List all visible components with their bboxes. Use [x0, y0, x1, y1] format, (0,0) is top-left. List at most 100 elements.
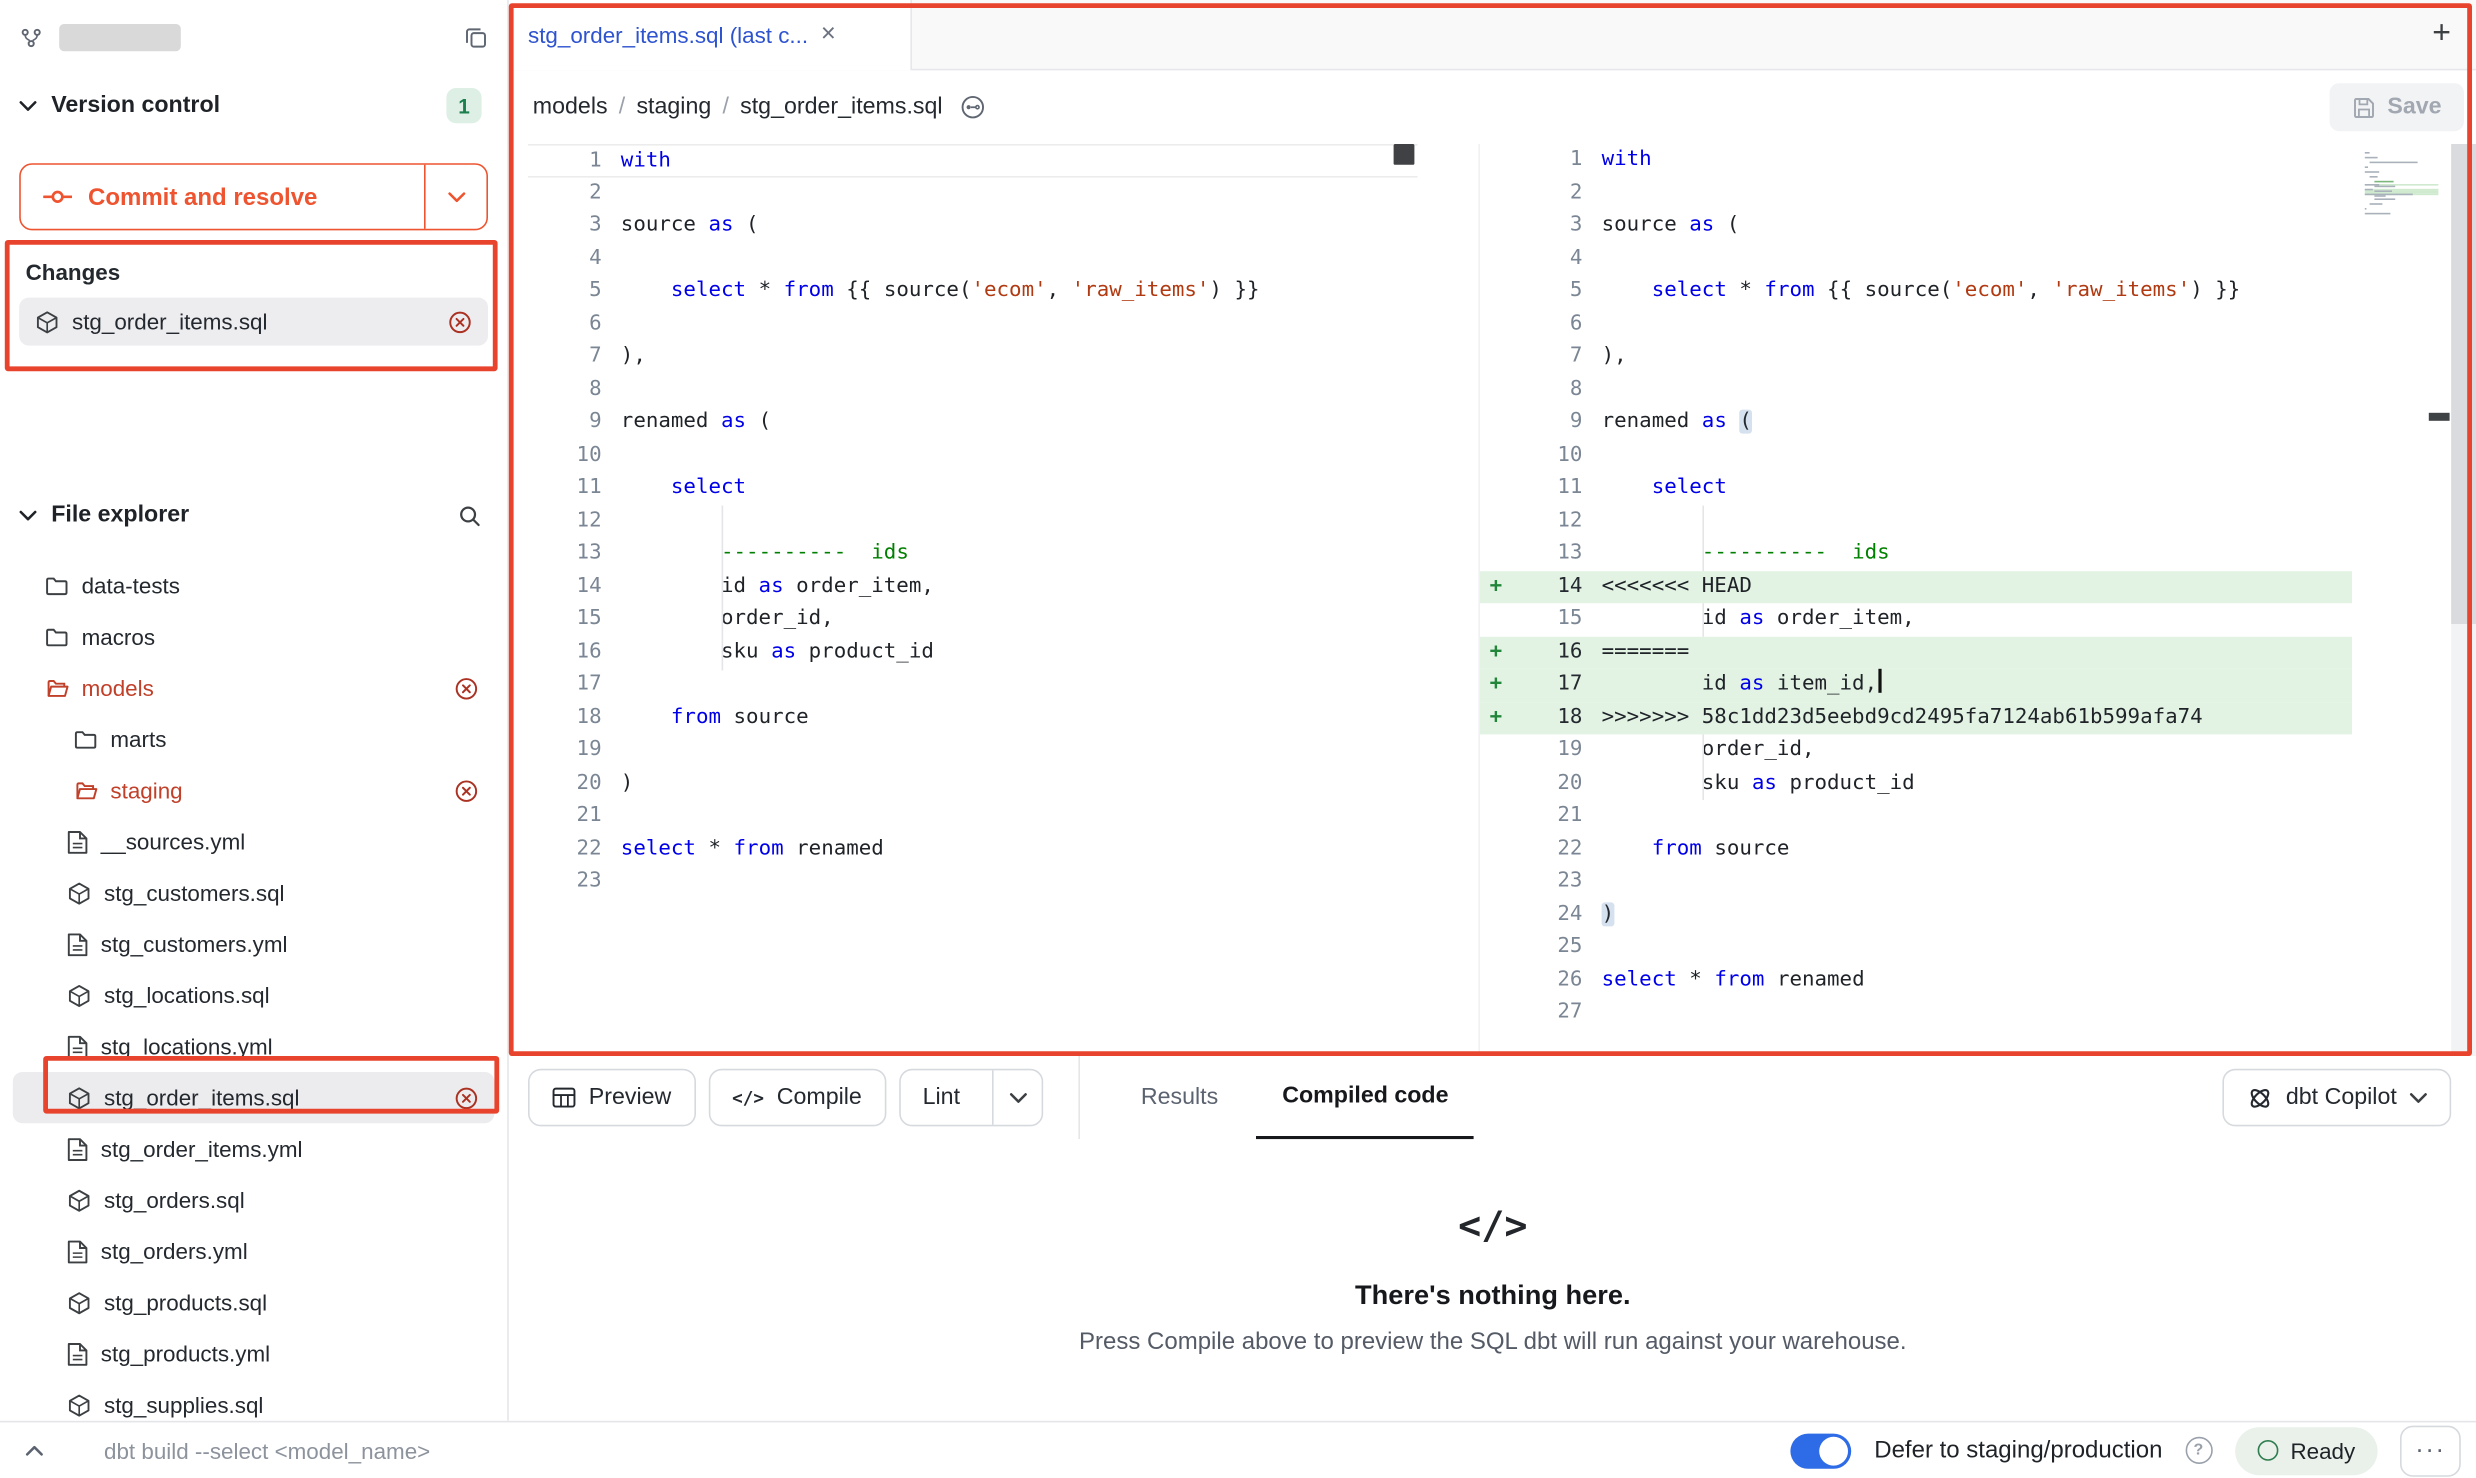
code-line[interactable]: 8 [528, 374, 1418, 407]
code-line[interactable]: 3source as ( [528, 210, 1418, 243]
file-item-stg_customers.sql[interactable]: stg_customers.sql [13, 867, 495, 918]
code-line[interactable]: 26select * from renamed [1480, 964, 2352, 997]
tab-results[interactable]: Results [1115, 1056, 1244, 1139]
code-line[interactable]: 7), [1480, 341, 2352, 374]
code-line[interactable]: 24) [1480, 898, 2352, 931]
code-editor-original[interactable]: 1with23source as (45 select * from {{ so… [528, 144, 1418, 1056]
file-item-stg_orders.sql[interactable]: stg_orders.sql [13, 1174, 495, 1225]
help-icon[interactable]: ? [2185, 1437, 2212, 1464]
code-line[interactable]: +16======= [1480, 636, 2352, 669]
x-circle-icon[interactable] [448, 310, 472, 334]
code-line[interactable]: +18>>>>>>> 58c1dd23d5eebd9cd2495fa7124ab… [1480, 702, 2352, 735]
code-line[interactable]: 1with [528, 144, 1418, 177]
code-line[interactable]: 12 [1480, 505, 2352, 538]
code-line[interactable]: 21 [1480, 800, 2352, 833]
code-line[interactable]: +14<<<<<<< HEAD [1480, 570, 2352, 603]
code-line[interactable]: 5 select * from {{ source('ecom', 'raw_i… [1480, 275, 2352, 308]
code-line[interactable]: 10 [528, 439, 1418, 472]
copy-icon[interactable] [464, 25, 488, 49]
code-line[interactable]: 20) [528, 767, 1418, 800]
tab-close-icon[interactable]: × [821, 22, 836, 48]
preview-button[interactable]: Preview [528, 1069, 695, 1127]
code-line[interactable]: 13 ---------- ids [528, 538, 1418, 571]
code-line[interactable]: +17 id as item_id, [1480, 669, 2352, 702]
file-item-data-tests[interactable]: data-tests [13, 560, 495, 611]
file-item-models[interactable]: models [13, 662, 495, 713]
code-line[interactable]: 20 sku as product_id [1480, 767, 2352, 800]
file-item-stg_order_items.sql[interactable]: stg_order_items.sql [13, 1072, 495, 1123]
tab-stg-order-items[interactable]: stg_order_items.sql (last c... × [509, 0, 912, 70]
file-item-stg_locations.yml[interactable]: stg_locations.yml [13, 1021, 495, 1072]
x-circle-icon[interactable] [454, 1086, 494, 1110]
editor-scrollbar[interactable] [2451, 144, 2476, 1056]
code-editor-modified[interactable]: 1with23source as (45 select * from {{ so… [1478, 144, 2352, 1056]
left-pane-scroll-thumb[interactable] [1394, 144, 1415, 165]
code-line[interactable]: 15 id as order_item, [1480, 603, 2352, 636]
code-line[interactable]: 25 [1480, 931, 2352, 964]
file-item-stg_order_items.yml[interactable]: stg_order_items.yml [13, 1123, 495, 1174]
code-line[interactable]: 9renamed as ( [528, 406, 1418, 439]
code-line[interactable]: 21 [528, 800, 1418, 833]
code-line[interactable]: 4 [528, 242, 1418, 275]
code-line[interactable]: 4 [1480, 242, 2352, 275]
code-line[interactable]: 19 order_id, [1480, 734, 2352, 767]
changed-file-stg_order_items.sql[interactable]: stg_order_items.sql [19, 298, 488, 346]
tab-compiled-code[interactable]: Compiled code [1257, 1056, 1475, 1139]
file-item-marts[interactable]: marts [13, 714, 495, 765]
file-item-stg_locations.sql[interactable]: stg_locations.sql [13, 970, 495, 1021]
compile-button[interactable]: </> Compile [708, 1069, 886, 1127]
code-line[interactable]: 19 [528, 734, 1418, 767]
scrollbar-thumb[interactable] [2451, 144, 2476, 624]
code-line[interactable]: 2 [528, 177, 1418, 210]
code-line[interactable]: 22select * from renamed [528, 833, 1418, 866]
code-line[interactable]: 11 select [1480, 472, 2352, 505]
chevron-up-icon[interactable] [26, 1445, 44, 1456]
code-line[interactable]: 23 [1480, 866, 2352, 899]
code-line[interactable]: 15 order_id, [528, 603, 1418, 636]
code-line[interactable]: 3source as ( [1480, 210, 2352, 243]
code-line[interactable]: 10 [1480, 439, 2352, 472]
x-circle-icon[interactable] [454, 676, 494, 700]
file-item-staging[interactable]: staging [13, 765, 495, 816]
code-line[interactable]: 6 [528, 308, 1418, 341]
workspace-icon[interactable] [19, 25, 43, 49]
code-line[interactable]: 1with [1480, 144, 2352, 177]
code-line[interactable]: 23 [528, 866, 1418, 899]
commit-dropdown-button[interactable] [424, 165, 486, 229]
breadcrumb-part[interactable]: stg_order_items.sql [740, 94, 942, 120]
new-tab-button[interactable]: + [2406, 0, 2476, 69]
code-line[interactable]: 13 ---------- ids [1480, 538, 2352, 571]
code-line[interactable]: 16 sku as product_id [528, 636, 1418, 669]
commit-and-resolve-button[interactable]: Commit and resolve [19, 163, 488, 230]
dbt-copilot-button[interactable]: dbt Copilot [2222, 1069, 2451, 1127]
breadcrumb-part[interactable]: staging [636, 94, 711, 120]
code-line[interactable]: 5 select * from {{ source('ecom', 'raw_i… [528, 275, 1418, 308]
defer-toggle[interactable] [1791, 1433, 1852, 1468]
code-line[interactable]: 22 from source [1480, 833, 2352, 866]
file-item-stg_products.yml[interactable]: stg_products.yml [13, 1328, 495, 1379]
breadcrumb-part[interactable]: models [533, 94, 608, 120]
file-explorer-header[interactable]: File explorer [0, 483, 507, 547]
code-line[interactable]: 27 [1480, 997, 2352, 1030]
file-item-macros[interactable]: macros [13, 611, 495, 662]
code-line[interactable]: 18 from source [528, 702, 1418, 735]
more-menu-button[interactable]: ··· [2400, 1425, 2461, 1476]
code-line[interactable]: 7), [528, 341, 1418, 374]
code-line[interactable]: 12 [528, 505, 1418, 538]
lineage-icon[interactable] [960, 94, 986, 120]
minimap[interactable] [2365, 144, 2439, 1056]
save-button[interactable]: Save [2330, 83, 2464, 131]
file-item-stg_products.sql[interactable]: stg_products.sql [13, 1277, 495, 1328]
search-icon[interactable] [458, 503, 482, 527]
version-control-header[interactable]: Version control 1 [0, 74, 507, 138]
lint-button[interactable]: Lint [899, 1069, 1044, 1127]
code-line[interactable]: 17 [528, 669, 1418, 702]
code-line[interactable]: 11 select [528, 472, 1418, 505]
file-item-stg_customers.yml[interactable]: stg_customers.yml [13, 918, 495, 969]
file-item-__sources.yml[interactable]: __sources.yml [13, 816, 495, 867]
code-line[interactable]: 2 [1480, 177, 2352, 210]
x-circle-icon[interactable] [454, 778, 494, 802]
file-item-stg_orders.yml[interactable]: stg_orders.yml [13, 1226, 495, 1277]
code-line[interactable]: 8 [1480, 374, 2352, 407]
status-badge[interactable]: Ready [2234, 1426, 2377, 1474]
